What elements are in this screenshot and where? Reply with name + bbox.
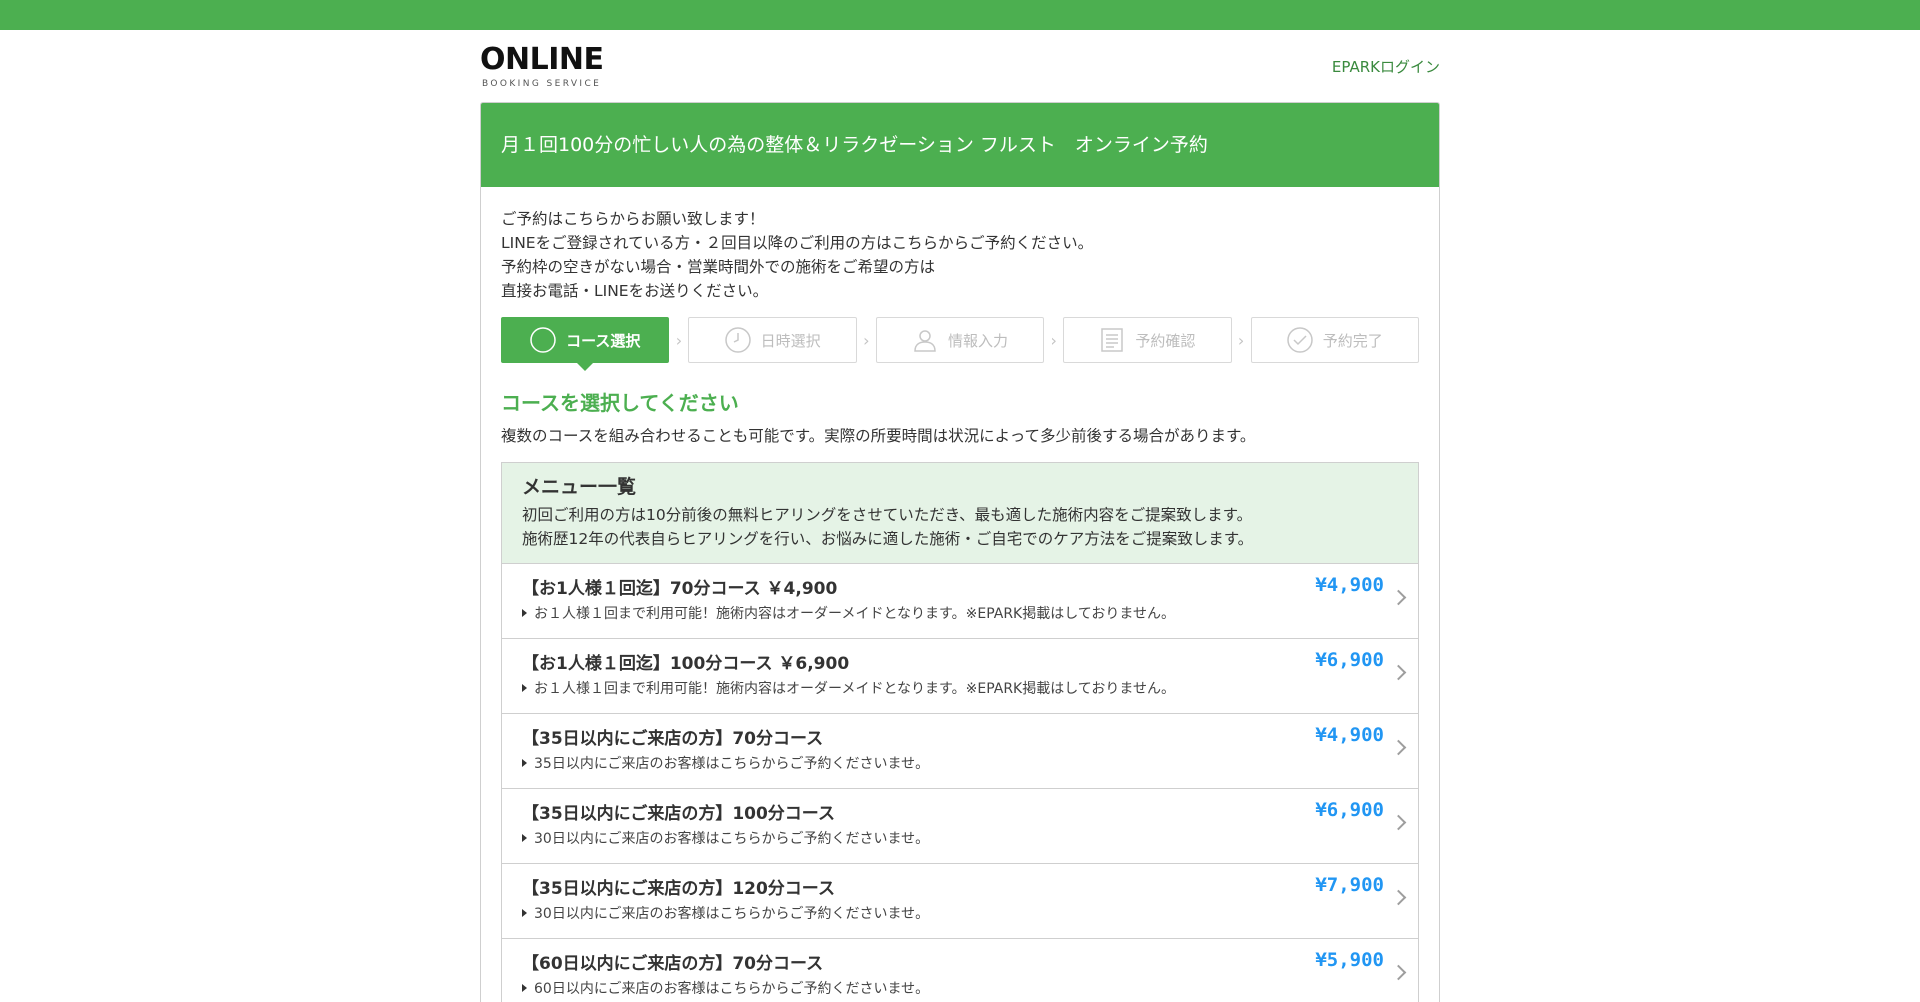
- step-label: 予約完了: [1322, 331, 1383, 350]
- menu-desc-line: 初回ご利用の方は10分前後の無料ヒアリングをさせていただき、最も適した施術内容を…: [522, 506, 1253, 524]
- site-header: ONLINE BOOKING SERVICE EPARKログイン: [480, 44, 1440, 90]
- course-note: 60日以内にご来店のお客様はこちらからご予約くださいませ。: [522, 980, 1398, 998]
- intro-line: 直接お電話・LINEをお送りください。: [501, 282, 769, 300]
- booking-steps: コース選択 › 日時選択 › 情報入力 › 予約確認 › 予約完了: [501, 317, 1420, 371]
- menu-title: メニュー一覧: [522, 476, 637, 498]
- triangle-right-icon: [522, 984, 527, 992]
- document-icon: [1099, 327, 1125, 353]
- menu-desc-line: 施術歴12年の代表自らヒアリングを行い、お悩みに適した施術・ご自宅でのケア方法を…: [522, 530, 1254, 548]
- course-note-text: 60日以内にご来店のお客様はこちらからご予約くださいませ。: [534, 981, 930, 997]
- step-label: 日時選択: [760, 331, 821, 350]
- course-price: ¥6,900: [1315, 799, 1384, 821]
- course-note-text: 30日以内にご来店のお客様はこちらからご予約くださいませ。: [534, 906, 930, 922]
- intro-line: ご予約はこちらからお願い致します！: [501, 210, 765, 228]
- course-item[interactable]: 【お1人様１回迄】100分コース ￥6,900 お１人様１回まで利用可能！施術内…: [502, 639, 1418, 714]
- section-title: コースを選択してください: [501, 391, 739, 415]
- course-item[interactable]: 【35日以内にご来店の方】120分コース 30日以内にご来店のお客様はこちらから…: [502, 864, 1418, 939]
- step-info-input: 情報入力: [875, 317, 1045, 363]
- course-name: 【60日以内にご来店の方】70分コース: [522, 954, 824, 974]
- intro-line: LINEをご登録されている方・２回目以降のご利用の方はこちらからご予約ください。: [501, 234, 1094, 252]
- triangle-right-icon: [522, 684, 527, 692]
- online-booking-logo[interactable]: ONLINE BOOKING SERVICE: [480, 42, 604, 90]
- logo-main-text: ONLINE: [480, 42, 604, 77]
- step-confirm: 予約確認: [1063, 317, 1232, 363]
- clock-icon: [724, 327, 751, 353]
- top-bar: [0, 0, 1920, 30]
- course-price: ¥4,900: [1315, 724, 1384, 746]
- course-item[interactable]: 【お1人様１回迄】70分コース ￥4,900 お１人様１回まで利用可能！施術内容…: [502, 564, 1418, 639]
- step-label: コース選択: [566, 331, 641, 350]
- course-item[interactable]: 【35日以内にご来店の方】70分コース 35日以内にご来店のお客様はこちらからご…: [502, 714, 1418, 789]
- course-name: 【お1人様１回迄】70分コース ￥4,900: [522, 579, 838, 599]
- card-body: ご予約はこちらからお願い致します！ LINEをご登録されている方・２回目以降のご…: [481, 187, 1439, 1002]
- course-note: お１人様１回まで利用可能！施術内容はオーダーメイドとなります。※EPARK掲載は…: [522, 605, 1398, 623]
- course-note: 35日以内にご来店のお客様はこちらからご予約くださいませ。: [522, 755, 1398, 773]
- course-name: 【35日以内にご来店の方】100分コース: [522, 804, 835, 824]
- menu-list: メニュー一覧 初回ご利用の方は10分前後の無料ヒアリングをさせていただき、最も適…: [501, 462, 1419, 1002]
- course-item[interactable]: 【35日以内にご来店の方】100分コース 30日以内にご来店のお客様はこちらから…: [502, 789, 1418, 864]
- page-title: 月１回100分の忙しい人の為の整体＆リラクゼーション フルスト オンライン予約: [481, 103, 1439, 187]
- step-chevron-icon: ›: [1237, 330, 1245, 350]
- triangle-right-icon: [522, 609, 527, 617]
- triangle-right-icon: [522, 909, 527, 917]
- course-note: お１人様１回まで利用可能！施術内容はオーダーメイドとなります。※EPARK掲載は…: [522, 680, 1398, 698]
- intro-line: 予約枠の空きがない場合・営業時間外での施術をご希望の方は: [501, 258, 936, 276]
- menu-description: 初回ご利用の方は10分前後の無料ヒアリングをさせていただき、最も適した施術内容を…: [522, 503, 1398, 551]
- course-name: 【35日以内にご来店の方】70分コース: [522, 729, 824, 749]
- booking-card: 月１回100分の忙しい人の為の整体＆リラクゼーション フルスト オンライン予約 …: [480, 102, 1440, 1002]
- check-circle-icon: [1287, 327, 1313, 353]
- step-datetime-select: 日時選択: [688, 317, 857, 363]
- course-name: 【35日以内にご来店の方】120分コース: [522, 879, 835, 899]
- circle-icon: [530, 327, 556, 353]
- step-course-select: コース選択: [501, 317, 670, 371]
- course-note: 30日以内にご来店のお客様はこちらからご予約くださいませ。: [522, 830, 1398, 848]
- menu-header: メニュー一覧 初回ご利用の方は10分前後の無料ヒアリングをさせていただき、最も適…: [502, 463, 1418, 564]
- person-icon: [912, 327, 938, 353]
- course-price: ¥6,900: [1315, 649, 1384, 671]
- course-note: 30日以内にご来店のお客様はこちらからご予約くださいませ。: [522, 905, 1398, 923]
- step-label: 情報入力: [948, 331, 1009, 350]
- course-price: ¥4,900: [1315, 574, 1384, 596]
- logo-sub-text: BOOKING SERVICE: [482, 79, 602, 89]
- course-price: ¥5,900: [1315, 949, 1384, 971]
- epark-login-link[interactable]: EPARKログイン: [1332, 56, 1440, 77]
- course-note-text: 35日以内にご来店のお客様はこちらからご予約くださいませ。: [534, 756, 930, 772]
- course-price: ¥7,900: [1315, 874, 1384, 896]
- course-note-text: 30日以内にご来店のお客様はこちらからご予約くださいませ。: [534, 831, 930, 847]
- course-name: 【お1人様１回迄】100分コース ￥6,900: [522, 654, 850, 674]
- course-note-text: お１人様１回まで利用可能！施術内容はオーダーメイドとなります。※EPARK掲載は…: [534, 681, 1175, 697]
- step-chevron-icon: ›: [675, 330, 683, 350]
- intro-text: ご予約はこちらからお願い致します！ LINEをご登録されている方・２回目以降のご…: [501, 207, 1419, 303]
- step-label: 予約確認: [1135, 331, 1196, 350]
- step-chevron-icon: ›: [1050, 330, 1057, 350]
- section-description: 複数のコースを組み合わせることも可能です。実際の所要時間は状況によって多少前後す…: [501, 427, 1256, 445]
- step-chevron-icon: ›: [863, 330, 870, 350]
- triangle-right-icon: [522, 759, 527, 767]
- course-note-text: お１人様１回まで利用可能！施術内容はオーダーメイドとなります。※EPARK掲載は…: [534, 606, 1175, 622]
- triangle-right-icon: [522, 834, 527, 842]
- step-complete: 予約完了: [1250, 317, 1420, 363]
